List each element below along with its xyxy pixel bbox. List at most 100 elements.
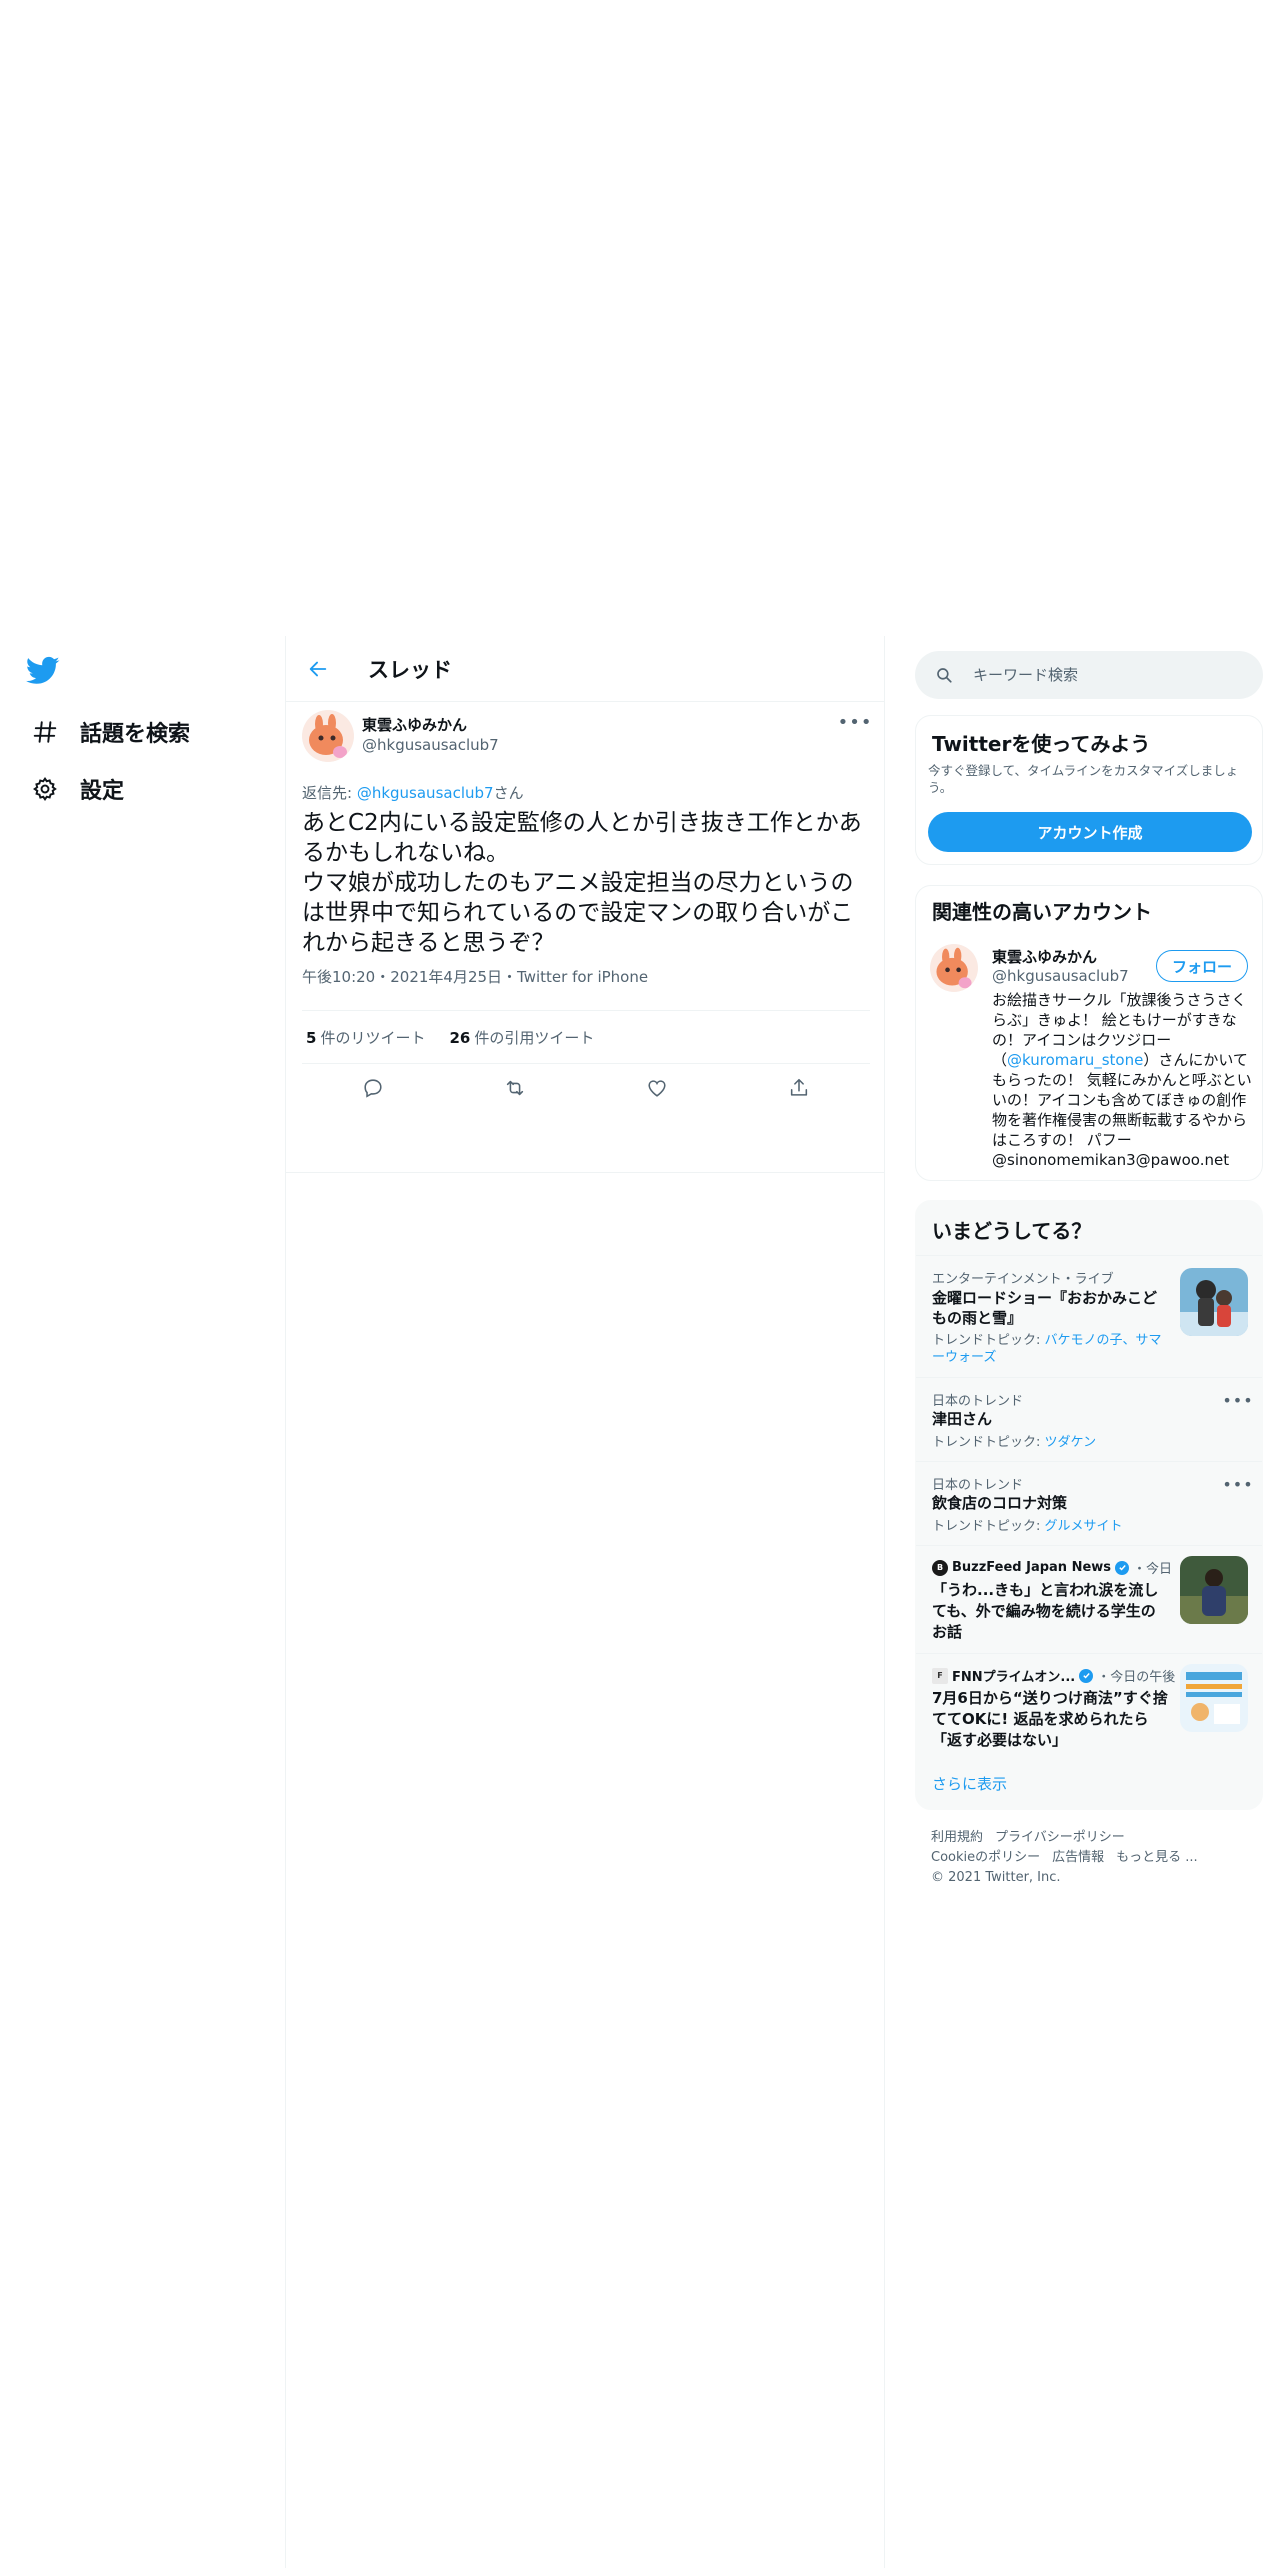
main-column: スレッド 東雲ふゆみかん @hkgusausaclub7 ••• 返信先: @h… xyxy=(285,636,885,2568)
news-source-logo-icon: F xyxy=(932,1667,948,1684)
quotes-count: 26 xyxy=(449,1028,471,1047)
copyright: © 2021 Twitter, Inc. xyxy=(931,1870,1061,1885)
trend-topic-prefix: トレンドトピック: xyxy=(932,1333,1045,1348)
follow-button[interactable]: フォロー xyxy=(1156,950,1248,982)
hashtag-icon xyxy=(30,717,60,747)
news-source: B BuzzFeed Japan News ・今日 xyxy=(932,1558,1172,1577)
trend-category: 日本のトレンド xyxy=(932,1394,1024,1409)
footer-link-more[interactable]: もっと見る ... xyxy=(1116,1850,1198,1865)
arrow-left-icon xyxy=(309,661,327,676)
more-options-icon[interactable]: ••• xyxy=(1222,1475,1252,1494)
news-thumbnail xyxy=(1180,1664,1248,1732)
more-options-icon[interactable]: ••• xyxy=(1222,1391,1252,1410)
avatar[interactable] xyxy=(302,710,354,762)
news-headline: 7月6日から“送りつけ商法”すぐ捨ててOKに! 返品を求められたら「返す必要はな… xyxy=(932,1689,1168,1749)
verified-badge-icon xyxy=(1115,1560,1130,1575)
trend-topic: トレンドトピック: ツダケン xyxy=(932,1434,1096,1451)
search-box[interactable] xyxy=(915,651,1263,699)
more-options-icon[interactable]: ••• xyxy=(838,712,872,733)
trend-topic: トレンドトピック: グルメサイト xyxy=(932,1518,1123,1535)
twitter-logo-icon[interactable] xyxy=(26,656,66,692)
share-icon xyxy=(790,1078,808,1096)
retweets-label: 件のリツイート xyxy=(320,1028,426,1047)
signup-description: 今すぐ登録して、タイムラインをカスタマイズしましょう。 xyxy=(928,763,1239,795)
trends-panel: いまどうしてる？ エンターテインメント・ライブ 金曜ロードショー『おおかみこども… xyxy=(915,1200,1263,1810)
create-account-button[interactable]: アカウント作成 xyxy=(928,812,1252,852)
trend-item[interactable]: 日本のトレンド 津田さん トレンドトピック: ツダケン ••• xyxy=(916,1377,1262,1461)
tweet-actions xyxy=(302,1064,870,1112)
news-thumbnail xyxy=(1180,1556,1248,1624)
related-account-bio: お絵描きサークル「放課後うさうさくらぶ」きゅよ！ 絵ともけーがすきなの！アイコン… xyxy=(992,990,1254,1170)
trend-topic-link[interactable]: グルメサイト xyxy=(1045,1519,1123,1534)
trend-category: エンターテインメント・ライブ xyxy=(932,1272,1114,1287)
trend-name: 津田さん xyxy=(932,1410,993,1428)
retweets-stat[interactable]: 5 件のリツイート xyxy=(306,1027,425,1048)
reply-icon xyxy=(364,1079,382,1098)
retweet-icon xyxy=(506,1080,524,1096)
nav-settings-label: 設定 xyxy=(80,779,125,804)
reply-to: 返信先: @hkgusausaclub7さん xyxy=(302,782,524,803)
tweet-stats: 5 件のリツイート 26 件の引用ツイート xyxy=(302,1010,870,1064)
trend-thumbnail xyxy=(1180,1268,1248,1336)
quotes-label: 件の引用ツイート xyxy=(474,1028,595,1047)
avatar[interactable] xyxy=(930,944,978,992)
thread-header: スレッド xyxy=(286,636,884,702)
back-button[interactable] xyxy=(298,649,338,689)
author-handle[interactable]: @hkgusausaclub7 xyxy=(362,736,499,754)
footer: 利用規約 プライバシーポリシー Cookieのポリシー 広告情報 もっと見る ... … xyxy=(931,1828,1251,1888)
nav-settings[interactable]: 設定 xyxy=(30,767,124,811)
footer-link-ads[interactable]: 広告情報 xyxy=(1052,1850,1104,1865)
gear-icon xyxy=(30,774,60,804)
news-source-name: FNNプライムオン... xyxy=(952,1670,1076,1685)
nav-explore[interactable]: 話題を検索 xyxy=(30,710,190,754)
show-more-link[interactable]: さらに表示 xyxy=(932,1773,1007,1794)
like-button[interactable] xyxy=(639,1070,675,1106)
trend-name: 飲食店のコロナ対策 xyxy=(932,1494,1068,1512)
quotes-stat[interactable]: 26 件の引用ツイート xyxy=(449,1027,594,1048)
trend-topic: トレンドトピック: バケモノの子、サマーウォーズ xyxy=(932,1332,1168,1366)
trend-category: 日本のトレンド xyxy=(932,1478,1024,1493)
related-account-handle[interactable]: @hkgusausaclub7 xyxy=(992,967,1129,985)
tweet-text: あとC2内にいる設定監修の人とか引き抜き工作とかあるかもしれないね。 ウマ娘が成… xyxy=(302,810,862,956)
trend-topic-link[interactable]: ツダケン xyxy=(1045,1435,1097,1450)
trend-item[interactable]: エンターテインメント・ライブ 金曜ロードショー『おおかみこどもの雨と雪』 トレン… xyxy=(916,1255,1262,1377)
news-item[interactable]: B BuzzFeed Japan News ・今日 「うわ...きも」と言われ涙… xyxy=(916,1545,1262,1653)
search-input[interactable] xyxy=(973,666,1233,684)
news-source-logo-icon: B xyxy=(932,1559,948,1576)
share-button[interactable] xyxy=(781,1070,817,1106)
related-title: 関連性の高いアカウント xyxy=(932,900,1152,924)
trend-item[interactable]: 日本のトレンド 飲食店のコロナ対策 トレンドトピック: グルメサイト ••• xyxy=(916,1461,1262,1545)
reply-to-link[interactable]: @hkgusausaclub7 xyxy=(357,784,494,802)
tweet-timestamp[interactable]: 午後10:20・2021年4月25日・Twitter for iPhone xyxy=(302,966,648,987)
retweets-count: 5 xyxy=(306,1028,317,1047)
tweet-divider xyxy=(286,1172,884,1173)
footer-link-privacy[interactable]: プライバシーポリシー xyxy=(995,1830,1125,1845)
news-source: F FNNプライムオン... ・今日の午後 xyxy=(932,1666,1175,1685)
signup-title: Twitterを使ってみよう xyxy=(932,732,1151,756)
footer-link-cookies[interactable]: Cookieのポリシー xyxy=(931,1850,1040,1865)
author-name[interactable]: 東雲ふゆみかん xyxy=(362,714,467,735)
trend-name: 金曜ロードショー『おおかみこどもの雨と雪』 xyxy=(932,1289,1158,1327)
news-time: ・今日の午後 xyxy=(1097,1670,1176,1685)
page-title: スレッド xyxy=(368,657,452,682)
heart-icon xyxy=(648,1080,666,1097)
verified-badge-icon xyxy=(1079,1668,1094,1683)
related-accounts-panel: 関連性の高いアカウント 東雲ふゆみかん @hkgusausaclub7 フォロー… xyxy=(915,885,1263,1181)
bio-link[interactable]: @kuromaru_stone xyxy=(1007,1051,1143,1069)
trends-title: いまどうしてる？ xyxy=(932,1219,1092,1243)
reply-button[interactable] xyxy=(355,1070,391,1106)
nav-explore-label: 話題を検索 xyxy=(80,722,191,747)
trend-topic-prefix: トレンドトピック: xyxy=(932,1435,1045,1450)
trend-topic-prefix: トレンドトピック: xyxy=(932,1519,1045,1534)
news-source-name: BuzzFeed Japan News xyxy=(952,1560,1112,1575)
related-account-name[interactable]: 東雲ふゆみかん xyxy=(992,946,1097,967)
news-item[interactable]: F FNNプライムオン... ・今日の午後 7月6日から“送りつけ商法”すぐ捨て… xyxy=(916,1653,1262,1763)
reply-to-prefix: 返信先: xyxy=(302,784,357,802)
news-headline: 「うわ...きも」と言われ涙を流しても、外で編み物を続ける学生のお話 xyxy=(932,1581,1159,1641)
news-time: ・今日 xyxy=(1133,1562,1173,1577)
retweet-button[interactable] xyxy=(497,1070,533,1106)
reply-to-suffix: さん xyxy=(493,784,524,802)
search-icon xyxy=(933,664,955,686)
footer-link-terms[interactable]: 利用規約 xyxy=(931,1830,983,1845)
signup-panel: Twitterを使ってみよう 今すぐ登録して、タイムラインをカスタマイズしましょ… xyxy=(915,715,1263,865)
